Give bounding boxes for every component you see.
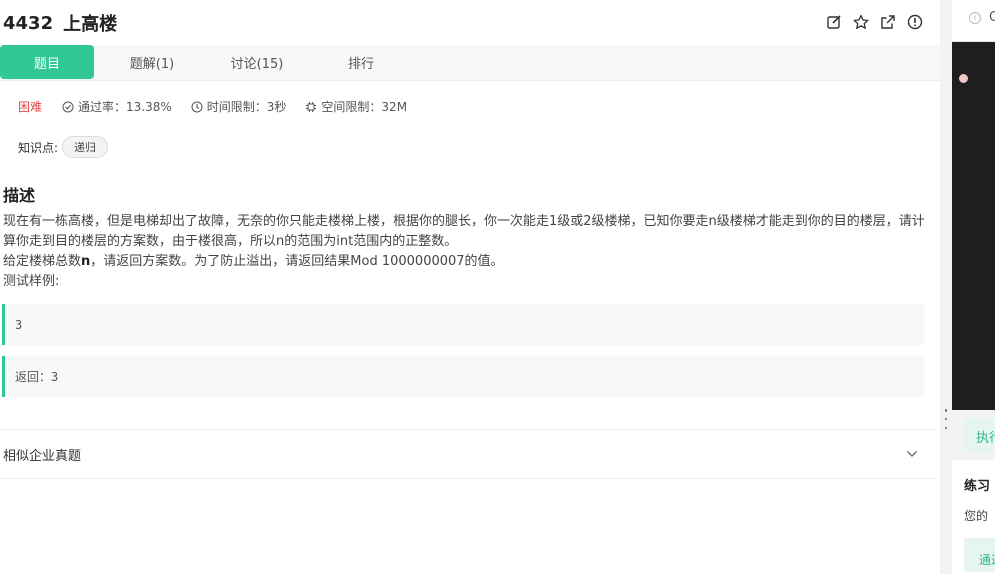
tab-ranking[interactable]: 排行 xyxy=(304,45,418,79)
similar-questions[interactable]: 相似企业真题 xyxy=(0,429,938,479)
editor-toolbar: i C xyxy=(952,0,995,42)
example-input: 3 xyxy=(2,304,924,345)
problem-tabs: 题目 题解(1) 讨论(15) 排行 xyxy=(0,45,940,81)
knowledge-tag[interactable]: 递归 xyxy=(62,136,109,158)
practice-section: 练习 您的 通过 xyxy=(952,460,995,574)
problem-meta: 困难 通过率：13.38% 时间限制：3秒 空间限制：32M xyxy=(18,98,426,115)
note-text-post: ，请返回方案数。为了防止溢出，请返回结果Mod 1000000007的值。 xyxy=(90,254,504,269)
practice-text: 您的 xyxy=(964,509,989,523)
note-bold: n xyxy=(81,254,91,269)
knowledge-points: 知识点: 递归 xyxy=(18,136,109,158)
breakpoint-dot xyxy=(959,74,968,83)
chevron-down-icon[interactable] xyxy=(906,450,918,458)
edit-icon[interactable] xyxy=(826,14,842,30)
code-panel: i C 执行 练习 您的 通过 xyxy=(952,0,995,574)
execute-button[interactable]: 执行 xyxy=(964,418,995,452)
tab-discussion[interactable]: 讨论(15) xyxy=(210,45,304,79)
memory-icon xyxy=(306,101,317,112)
difficulty-badge: 困难 xyxy=(18,100,43,114)
space-limit: 空间限制：32M xyxy=(305,98,407,115)
description-body: 现在有一栋高楼，但是电梯却出了故障，无奈的你只能走楼梯上楼，根据你的腿长，你一次… xyxy=(3,212,928,292)
pass-rate: 通过率：13.38% xyxy=(62,98,172,115)
pass-rate-text: 通过率：13.38% xyxy=(78,100,172,114)
problem-panel: 4432 上高楼 题目 题解(1) 讨论(15) 排行 困难 通过率：13.38… xyxy=(0,0,940,574)
clock-icon xyxy=(191,101,203,112)
practice-button[interactable]: 通过 xyxy=(964,538,995,572)
title-actions xyxy=(826,14,923,30)
app-root: 4432 上高楼 题目 题解(1) 讨论(15) 排行 困难 通过率：13.38… xyxy=(0,0,995,574)
description-return-note: 给定楼梯总数n，请返回方案数。为了防止溢出，请返回结果Mod 100000000… xyxy=(3,252,928,272)
info-icon[interactable]: i xyxy=(969,12,981,24)
check-circle-icon xyxy=(62,101,74,112)
example-output: 返回：3 xyxy=(2,356,924,397)
example-label: 测试样例: xyxy=(3,274,60,289)
practice-heading: 练习 xyxy=(964,479,991,494)
tab-problem[interactable]: 题目 xyxy=(0,45,94,79)
info-icon[interactable] xyxy=(907,14,923,30)
tab-solutions[interactable]: 题解(1) xyxy=(94,45,210,79)
problem-title: 4432 上高楼 xyxy=(3,10,117,36)
star-icon[interactable] xyxy=(853,14,869,30)
drag-handle-icon[interactable] xyxy=(944,409,948,429)
problem-name: 上高楼 xyxy=(63,14,118,35)
knowledge-label: 知识点: xyxy=(18,140,59,155)
similar-label: 相似企业真题 xyxy=(3,448,82,464)
description-heading: 描述 xyxy=(3,186,36,205)
note-text: 给定楼梯总数 xyxy=(3,254,82,269)
code-editor[interactable] xyxy=(952,42,995,410)
share-icon[interactable] xyxy=(880,14,896,30)
time-limit: 时间限制：3秒 xyxy=(191,98,287,115)
description-paragraph: 现在有一栋高楼，但是电梯却出了故障，无奈的你只能走楼梯上楼，根据你的腿长，你一次… xyxy=(3,214,925,249)
problem-number: 4432 xyxy=(3,12,54,34)
language-selector[interactable]: C xyxy=(989,10,995,25)
panel-divider[interactable] xyxy=(940,0,952,574)
time-limit-text: 时间限制：3秒 xyxy=(206,100,287,114)
space-limit-text: 空间限制：32M xyxy=(321,100,408,114)
